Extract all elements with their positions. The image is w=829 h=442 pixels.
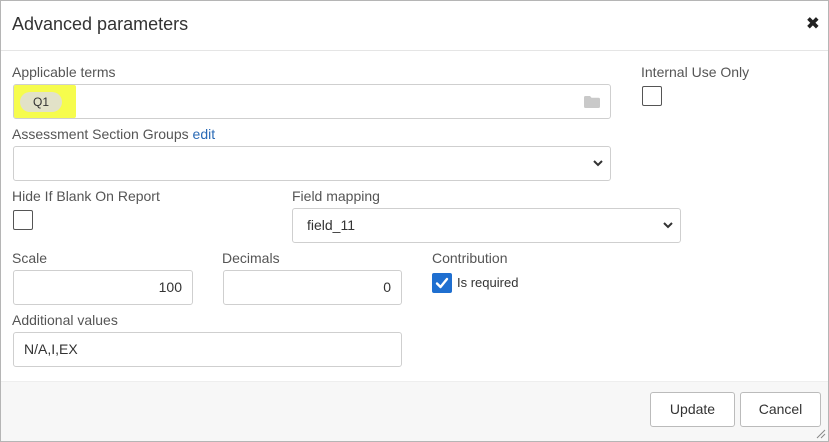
field-mapping-value: field_11 (307, 217, 356, 233)
hide-if-blank-checkbox[interactable] (13, 210, 33, 230)
applicable-terms-label: Applicable terms (12, 64, 116, 80)
folder-icon[interactable] (584, 96, 600, 108)
checkmark-icon (435, 277, 449, 289)
assessment-section-groups-select[interactable] (13, 146, 611, 181)
dialog-header: Advanced parameters ✖ (1, 1, 828, 51)
additional-values-label: Additional values (12, 312, 118, 328)
term-chip[interactable]: Q1 (20, 92, 62, 112)
field-mapping-select[interactable]: field_11 (292, 208, 681, 243)
hide-if-blank-label: Hide If Blank On Report (12, 188, 160, 204)
close-icon[interactable]: ✖ (806, 15, 820, 33)
chevron-down-icon (663, 222, 673, 229)
internal-use-only-checkbox[interactable] (642, 86, 662, 106)
update-button[interactable]: Update (650, 392, 735, 427)
decimals-label: Decimals (222, 250, 280, 266)
decimals-input[interactable]: 0 (223, 270, 402, 305)
internal-use-only-label: Internal Use Only (641, 64, 750, 80)
dialog-title: Advanced parameters (12, 14, 189, 34)
resize-grip-icon[interactable] (816, 429, 826, 439)
chevron-down-icon (593, 160, 603, 167)
advanced-parameters-dialog: Advanced parameters ✖ Applicable terms Q… (0, 0, 829, 442)
scale-label: Scale (12, 250, 48, 266)
cancel-button[interactable]: Cancel (740, 392, 821, 427)
dialog-footer: Update Cancel (1, 381, 828, 441)
contribution-label: Contribution (432, 250, 508, 266)
is-required-label: Is required (457, 275, 519, 290)
edit-link[interactable]: edit (193, 126, 216, 142)
additional-values-input[interactable]: N/A,I,EX (13, 332, 402, 367)
scale-input[interactable]: 100 (13, 270, 193, 305)
applicable-terms-field[interactable]: Q1 (13, 84, 611, 119)
is-required-checkbox[interactable] (432, 273, 452, 293)
field-mapping-label: Field mapping (292, 188, 380, 204)
assessment-section-groups-label: Assessment Section Groups edit (12, 126, 215, 142)
assessment-section-groups-text: Assessment Section Groups (12, 126, 189, 142)
